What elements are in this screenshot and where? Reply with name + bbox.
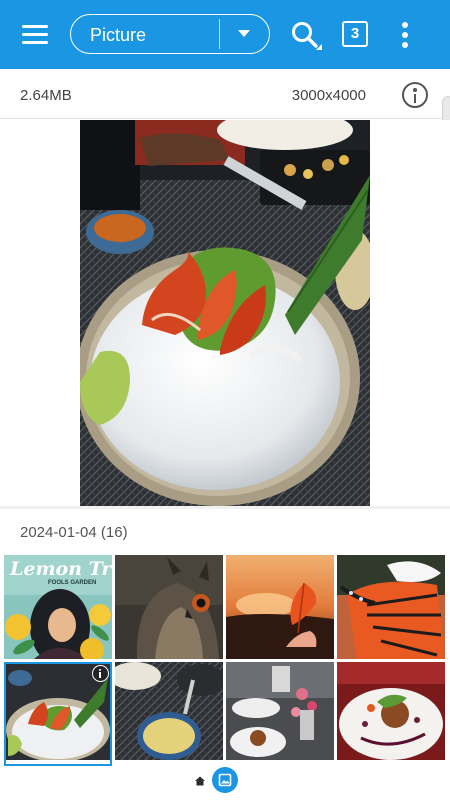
dropdown-divider [219, 19, 220, 49]
date-group-header: 2024-01-04 (16) [20, 524, 128, 541]
thumbnail-owl[interactable] [115, 555, 223, 659]
owl-photo [115, 555, 223, 659]
sashimi-photo [80, 120, 370, 508]
restaurant-photo [226, 662, 334, 760]
main-photo[interactable] [80, 120, 370, 508]
search-button[interactable] [290, 20, 324, 52]
thumbnail-dining-table[interactable] [115, 662, 223, 766]
home-icon [195, 776, 205, 786]
thumbnail-sashimi[interactable] [4, 662, 112, 766]
more-options-button[interactable] [394, 20, 416, 50]
mode-dropdown[interactable]: Picture [70, 14, 270, 54]
bottom-navigation [0, 766, 450, 800]
gallery-icon [218, 773, 232, 787]
info-button[interactable] [402, 82, 428, 108]
poster-title: Lemon Tr [10, 558, 112, 580]
file-size: 2.64MB [20, 87, 72, 104]
file-info-bar: 2.64MB 3000x4000 [0, 69, 450, 119]
dining-table-photo [115, 662, 223, 760]
mode-label: Picture [90, 25, 147, 45]
chevron-down-icon [238, 30, 250, 37]
selected-info-icon[interactable] [92, 665, 109, 682]
image-viewer [0, 120, 450, 508]
thumbnail-butterfly[interactable] [337, 555, 445, 659]
search-icon [292, 22, 322, 50]
thumbnail-sunset-leaf[interactable] [226, 555, 334, 659]
thumbnail-restaurant[interactable] [226, 662, 334, 766]
section-divider [0, 506, 450, 509]
gallery-button[interactable] [212, 767, 238, 793]
thumbnail-plated-dish[interactable] [337, 662, 445, 766]
sunset-leaf-photo [226, 555, 334, 659]
home-button[interactable] [193, 774, 207, 788]
menu-button[interactable] [18, 22, 52, 48]
plated-dish-photo [337, 662, 445, 760]
image-dimensions: 3000x4000 [291, 87, 366, 104]
butterfly-photo [337, 555, 445, 659]
thumbnail-lemon-tree[interactable]: Lemon Tr FOOLS GARDEN [4, 555, 112, 659]
app-bar: Picture 3 [0, 0, 450, 69]
poster-subtitle: FOOLS GARDEN [48, 580, 97, 586]
selection-count-button[interactable]: 3 [342, 21, 368, 47]
